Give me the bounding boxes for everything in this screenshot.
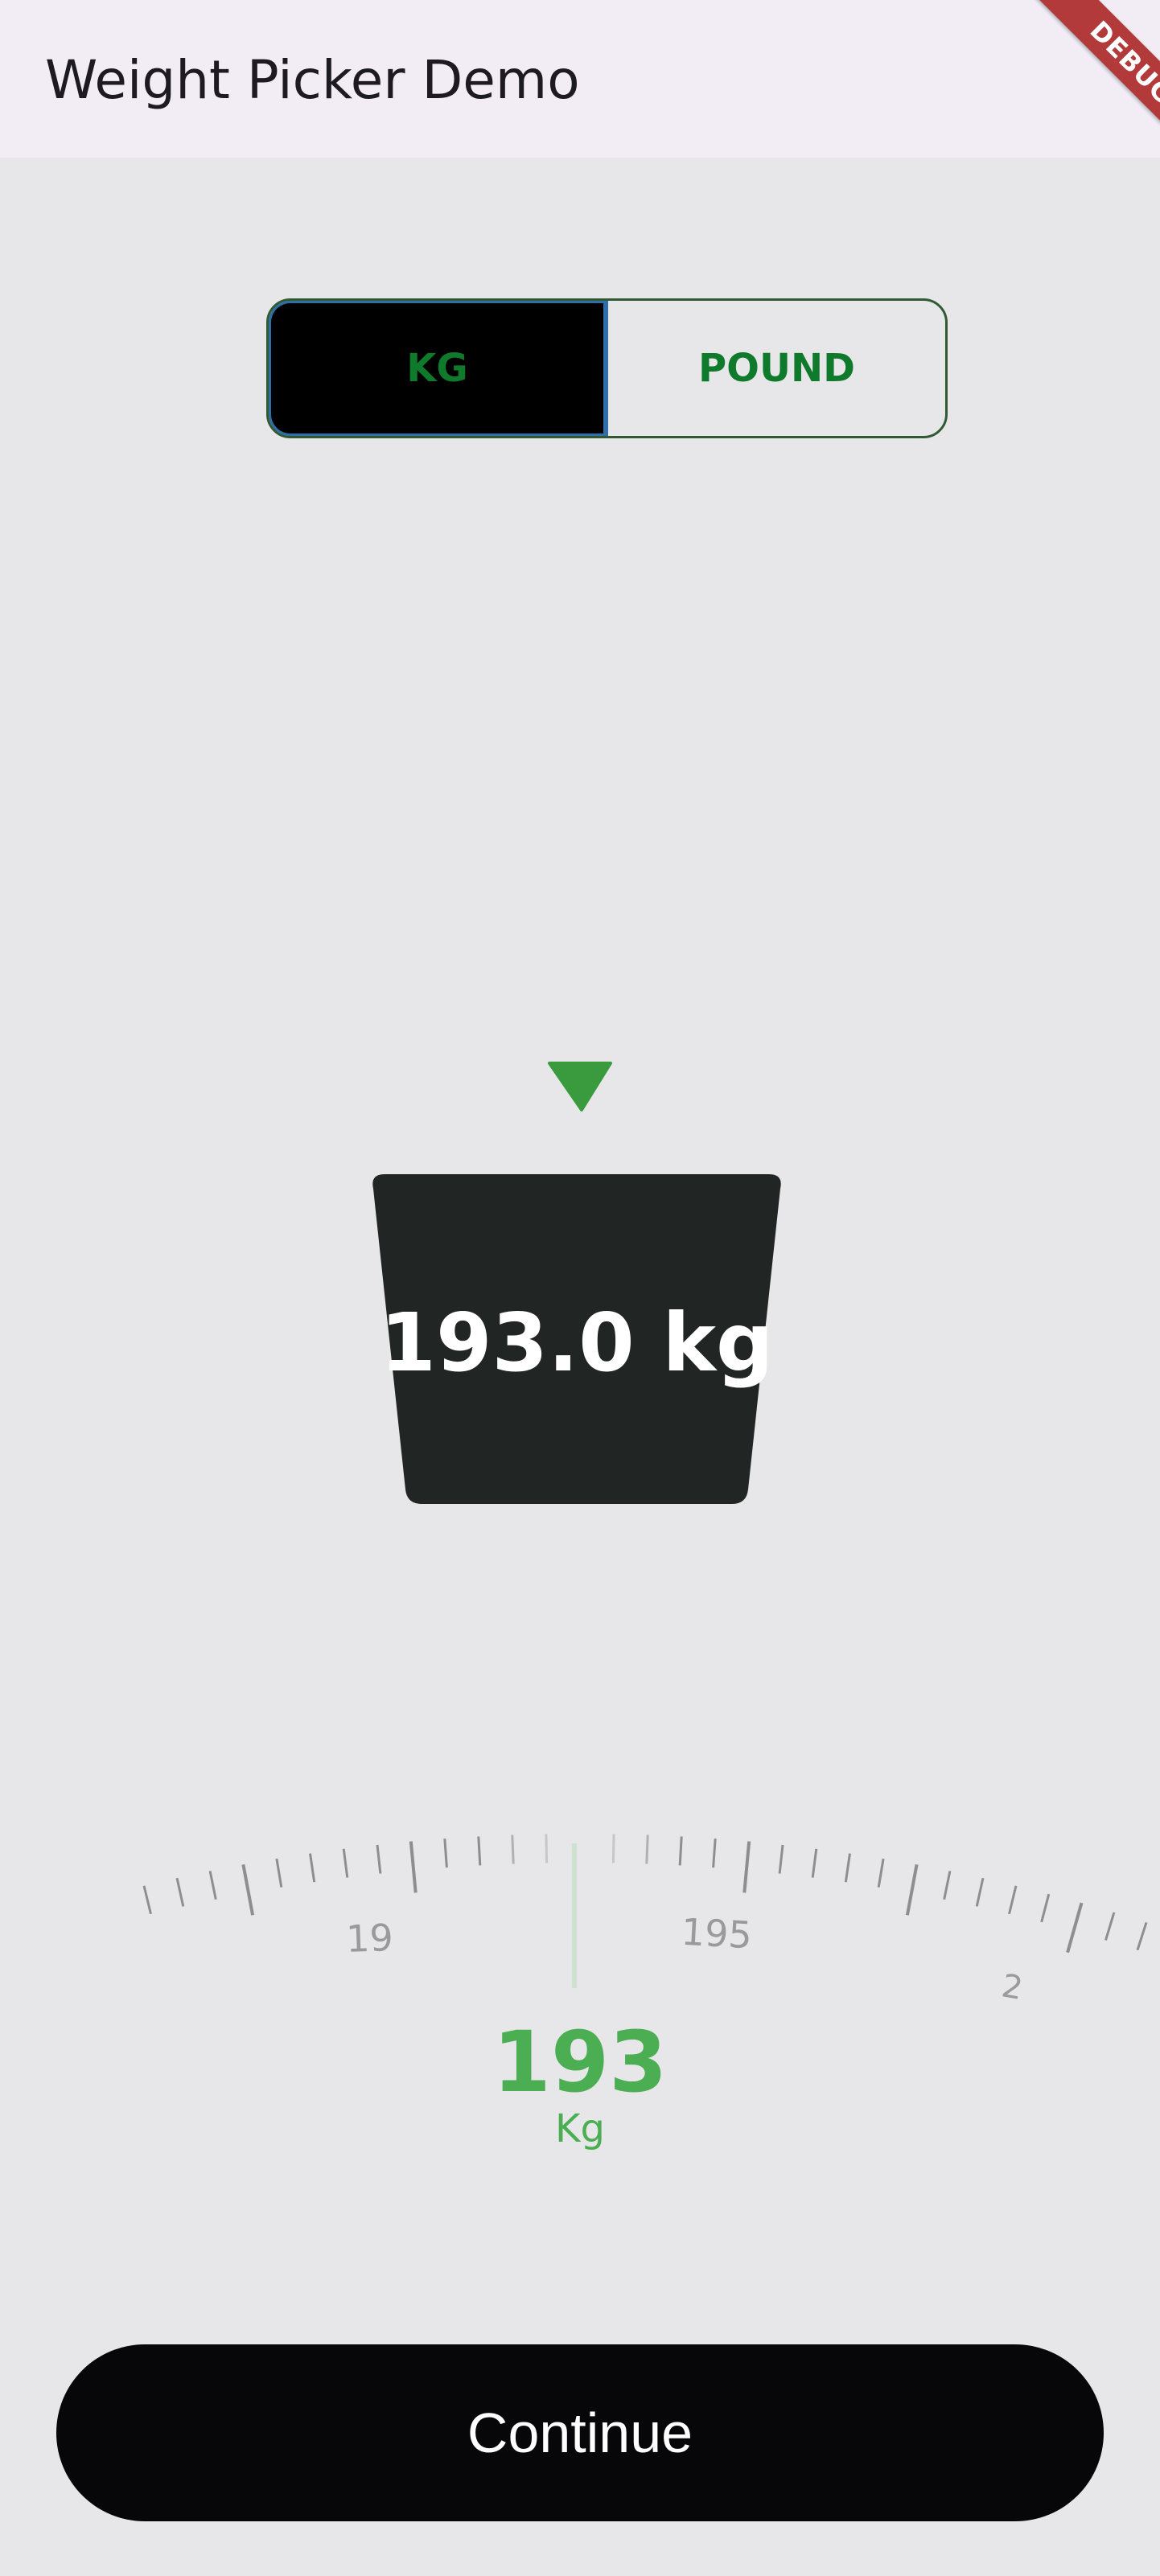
dial-minor-tick	[1136, 1921, 1148, 1951]
dial-minor-tick	[1008, 1885, 1018, 1915]
dial-minor-tick	[844, 1853, 851, 1883]
debug-label: DEBUG	[1022, 0, 1160, 172]
dial-minor-tick	[811, 1848, 818, 1878]
dial-minor-tick	[175, 1877, 185, 1907]
dial-readout-unit: Kg	[555, 2106, 605, 2151]
dial-label-center: 195	[681, 1910, 754, 1958]
dial-minor-tick	[645, 1834, 649, 1864]
dial-label-right: 2	[999, 1967, 1026, 2007]
dial-major-tick	[241, 1864, 255, 1916]
dial-minor-tick	[678, 1836, 683, 1866]
dial-minor-tick	[545, 1834, 549, 1863]
dial-minor-tick	[975, 1877, 985, 1907]
pointer-triangle-icon	[548, 1062, 612, 1111]
dial-minor-tick	[943, 1871, 952, 1900]
unit-option-pound[interactable]: POUND	[608, 301, 945, 436]
dial-minor-tick	[611, 1834, 615, 1863]
dial-major-tick	[742, 1841, 751, 1893]
weight-display-value: 193.0 kg	[380, 1296, 774, 1390]
dial-major-tick	[1066, 1902, 1084, 1954]
debug-banner: DEBUG	[983, 0, 1160, 177]
dial-label-left: 19	[345, 1916, 393, 1961]
dial-major-tick	[409, 1841, 418, 1893]
dial-minor-tick	[778, 1844, 784, 1874]
app-title: Weight Picker Demo	[45, 49, 580, 111]
dial-minor-tick	[712, 1839, 717, 1868]
dial-minor-tick	[477, 1836, 482, 1866]
dial-minor-tick	[511, 1834, 515, 1864]
dial-minor-tick	[1040, 1893, 1051, 1923]
dial-minor-tick	[877, 1858, 885, 1888]
dial-minor-tick	[208, 1871, 217, 1900]
dial-minor-tick	[342, 1848, 349, 1878]
dial-minor-tick	[142, 1885, 152, 1915]
dial-minor-tick	[443, 1839, 448, 1868]
dial-minor-tick	[1104, 1912, 1116, 1941]
dial-minor-tick	[275, 1858, 283, 1888]
continue-button[interactable]: Continue	[56, 2344, 1104, 2521]
unit-option-kg[interactable]: KG	[269, 301, 608, 436]
dial-minor-tick	[376, 1844, 382, 1874]
dial-minor-tick	[309, 1853, 316, 1883]
dial-major-tick	[905, 1864, 919, 1916]
dial-ticks	[142, 1834, 1148, 1954]
unit-toggle: KG POUND	[266, 298, 948, 438]
